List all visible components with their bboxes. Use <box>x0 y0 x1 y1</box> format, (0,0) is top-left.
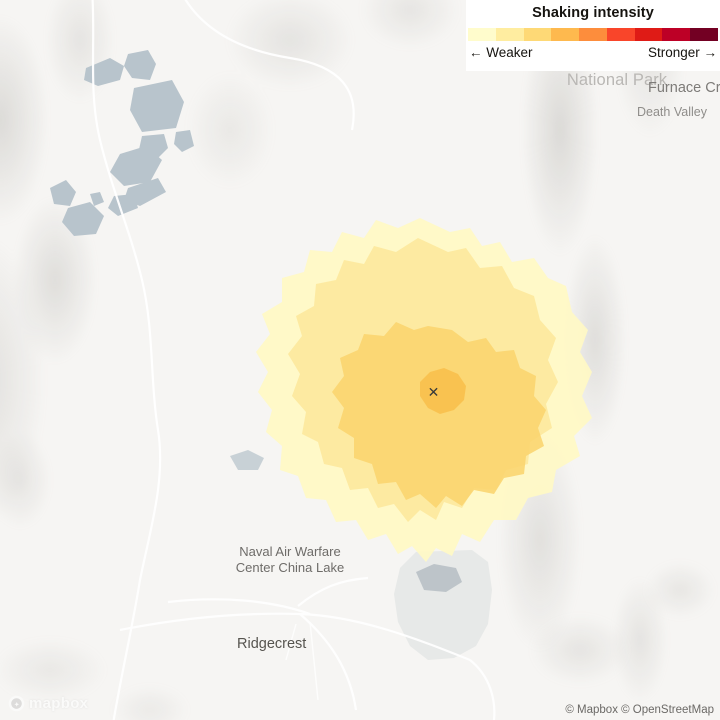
mapbox-circle-icon <box>8 695 25 712</box>
legend-stronger-label: Stronger → <box>647 45 717 60</box>
legend-swatch-4 <box>551 28 580 41</box>
legend-color-scale <box>468 28 719 41</box>
mapbox-logo[interactable]: mapbox <box>8 695 88 712</box>
water-body-small-east <box>230 450 264 470</box>
legend-swatch-1 <box>468 28 496 41</box>
legend-swatch-2 <box>495 28 524 41</box>
shakemap-container[interactable]: ✕ Death Valley National Park Furnace Cre… <box>0 0 720 720</box>
legend-swatch-5 <box>579 28 607 41</box>
water-body-south-pond <box>50 180 104 236</box>
legend-swatch-8 <box>662 28 691 41</box>
mapbox-wordmark: mapbox <box>29 695 89 712</box>
legend-swatch-9 <box>690 28 719 41</box>
legend-swatch-6 <box>606 28 635 41</box>
legend-weaker-label: ← Weaker <box>469 45 533 60</box>
shaking-intensity-legend: Shaking intensity ← Weaker Stronger → <box>466 0 720 71</box>
legend-title: Shaking intensity <box>532 5 654 21</box>
map-attribution[interactable]: © Mapbox © OpenStreetMap <box>565 704 714 716</box>
water-body-basin-pond <box>416 564 462 592</box>
legend-swatch-7 <box>634 28 663 41</box>
legend-swatch-3 <box>523 28 552 41</box>
